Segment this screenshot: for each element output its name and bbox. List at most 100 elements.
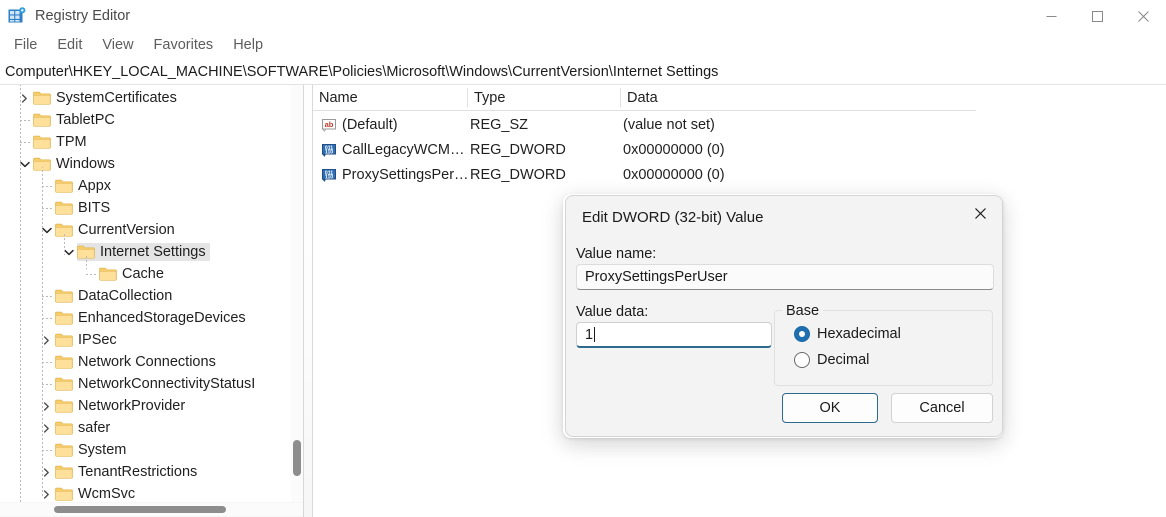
registry-value-row[interactable]: 011 110 CallLegacyWCM… REG_DWORD 0x00000000 … [313, 137, 1166, 162]
cancel-button[interactable]: Cancel [891, 393, 993, 423]
tree-item-networkconnectivitystatusi[interactable]: NetworkConnectivityStatusI [38, 373, 255, 395]
tree-item-safer[interactable]: safer [38, 417, 110, 439]
tree-item-systemcertificates[interactable]: SystemCertificates [16, 87, 177, 109]
tree-connector-line [86, 255, 87, 269]
tree-horizontal-scrollbar[interactable] [0, 503, 303, 516]
tree-item-currentversion[interactable]: CurrentVersion [38, 219, 175, 241]
folder-icon [55, 399, 73, 413]
chevron-right-icon[interactable] [38, 483, 55, 502]
tree-connector-stub [20, 142, 30, 143]
tree-item-content: Cache [99, 265, 164, 283]
radio-decimal-label: Decimal [817, 352, 870, 368]
chevron-right-icon[interactable] [38, 329, 55, 351]
edit-dword-dialog: Edit DWORD (32-bit) Value Value name: Pr… [565, 195, 1003, 437]
svg-text:110: 110 [325, 150, 333, 156]
tree-item-windows[interactable]: Windows [16, 153, 115, 175]
menu-item-help[interactable]: Help [223, 34, 273, 57]
tree-item-network-connections[interactable]: Network Connections [38, 351, 216, 373]
tree-item-tenantrestrictions[interactable]: TenantRestrictions [38, 461, 197, 483]
dialog-close-button[interactable] [958, 196, 1002, 230]
reg-dword-icon: 011 110 [321, 167, 337, 183]
folder-icon [55, 311, 73, 325]
tree-item-label: WcmSvc [78, 486, 136, 502]
chevron-down-icon[interactable] [38, 219, 55, 241]
tree-horizontal-scrollbar-thumb[interactable] [54, 506, 226, 513]
tree-item-label: BITS [78, 200, 111, 216]
registry-tree-panel[interactable]: SystemCertificates TabletPC TPM Windows Appx… [0, 85, 291, 502]
menu-item-file[interactable]: File [4, 34, 47, 57]
folder-icon [55, 421, 73, 435]
radio-option-decimal[interactable]: Decimal [794, 351, 869, 369]
base-group-box [774, 310, 993, 386]
pane-splitter[interactable] [303, 85, 304, 517]
tree-item-label: TPM [56, 134, 87, 150]
registry-value-row[interactable]: 011 110 ProxySettingsPer… REG_DWORD 0x000000… [313, 162, 1166, 187]
tree-item-content: WcmSvc [55, 485, 135, 502]
tree-item-label: EnhancedStorageDevices [78, 310, 246, 326]
tree-item-content: safer [55, 419, 110, 437]
tree-connector-line [42, 167, 43, 497]
tree-item-internet-settings[interactable]: Internet Settings [60, 241, 210, 263]
value-type-cell: REG_DWORD [470, 166, 566, 183]
tree-item-label: safer [78, 420, 111, 436]
address-bar[interactable]: Computer\HKEY_LOCAL_MACHINE\SOFTWARE\Pol… [0, 59, 1166, 85]
tree-item-networkprovider[interactable]: NetworkProvider [38, 395, 185, 417]
registry-path: Computer\HKEY_LOCAL_MACHINE\SOFTWARE\Pol… [5, 63, 719, 80]
column-header-type[interactable]: Type [468, 85, 620, 110]
tree-item-label: SystemCertificates [56, 90, 177, 106]
tree-connector-stub [42, 362, 52, 363]
menu-item-edit[interactable]: Edit [47, 34, 92, 57]
radio-option-hexadecimal[interactable]: Hexadecimal [794, 325, 901, 343]
folder-icon [99, 267, 117, 281]
tree-connector-stub [42, 384, 52, 385]
tree-vertical-scrollbar-thumb[interactable] [293, 440, 301, 476]
folder-icon [55, 179, 73, 193]
tree-item-content: TPM [33, 133, 87, 151]
title-bar: Registry Editor [0, 0, 1166, 32]
chevron-down-icon[interactable] [60, 241, 77, 263]
tree-item-content: DataCollection [55, 287, 172, 305]
tree-item-label: Network Connections [78, 354, 216, 370]
registry-value-row[interactable]: ab (Default) REG_SZ (value not set) [313, 112, 1166, 137]
chevron-right-icon[interactable] [16, 87, 33, 109]
menu-item-view[interactable]: View [92, 34, 143, 57]
tree-item-label: TenantRestrictions [78, 464, 198, 480]
chevron-down-icon[interactable] [16, 153, 33, 175]
folder-icon [55, 333, 73, 347]
tree-item-content: NetworkProvider [55, 397, 185, 415]
chevron-right-icon[interactable] [38, 461, 55, 483]
minimize-button[interactable] [1028, 0, 1074, 32]
value-name-cell: (Default) [342, 116, 398, 133]
column-header-name[interactable]: Name [313, 85, 467, 110]
tree-item-content: EnhancedStorageDevices [55, 309, 246, 327]
value-name-input[interactable]: ProxySettingsPerUser [576, 264, 994, 290]
tree-connector-stub [42, 450, 52, 451]
folder-icon [33, 113, 51, 127]
column-header-data[interactable]: Data [621, 85, 976, 110]
menu-item-favorites[interactable]: Favorites [144, 34, 224, 57]
value-data-text: 1 [585, 326, 594, 343]
window-controls [1028, 0, 1166, 32]
close-button[interactable] [1120, 0, 1166, 32]
maximize-button[interactable] [1074, 0, 1120, 32]
tree-item-enhancedstoragedevices[interactable]: EnhancedStorageDevices [38, 307, 246, 329]
tree-item-label: Internet Settings [100, 244, 206, 260]
tree-vertical-scrollbar[interactable] [291, 85, 303, 502]
svg-text:110: 110 [325, 175, 333, 181]
value-name-label: Value name: [576, 246, 657, 262]
radio-hexadecimal-indicator [794, 326, 810, 342]
tree-item-datacollection[interactable]: DataCollection [38, 285, 172, 307]
value-data-input[interactable]: 1 [576, 322, 772, 348]
tree-item-ipsec[interactable]: IPSec [38, 329, 117, 351]
tree-item-content: CurrentVersion [55, 221, 175, 239]
chevron-right-icon[interactable] [38, 395, 55, 417]
tree-item-tabletpc[interactable]: TabletPC [16, 109, 115, 131]
tree-item-label: IPSec [78, 332, 117, 348]
ok-button[interactable]: OK [782, 393, 878, 423]
reg-sz-icon: ab [321, 117, 337, 133]
chevron-right-icon[interactable] [38, 417, 55, 439]
value-name-cell: ProxySettingsPer… [342, 166, 469, 183]
tree-item-label: NetworkConnectivityStatusI [78, 376, 256, 392]
folder-icon [55, 487, 73, 501]
tree-item-wcmsvc[interactable]: WcmSvc [38, 483, 135, 502]
